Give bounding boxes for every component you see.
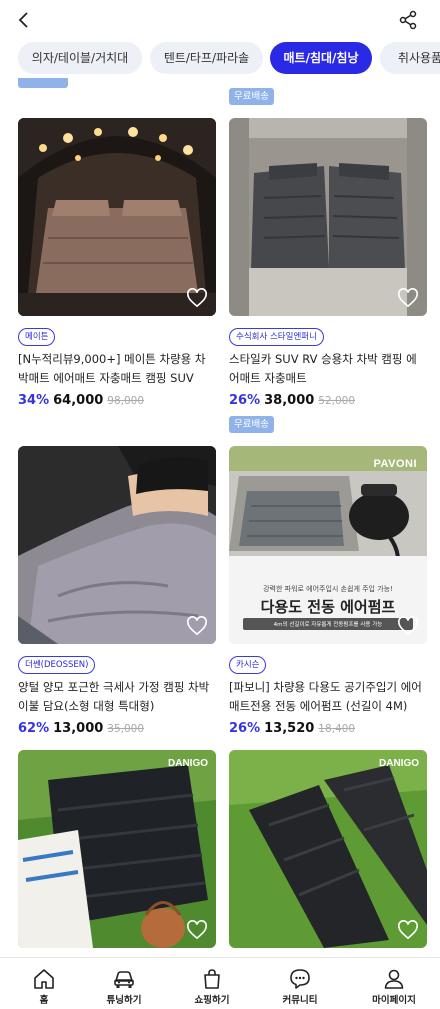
share-button[interactable] bbox=[396, 8, 420, 32]
tab-tent-tarp[interactable]: 텐트/타프/파라솔 bbox=[150, 42, 263, 74]
nav-shopping[interactable]: 쇼핑하기 bbox=[168, 958, 256, 1009]
product-image: PAVONI 강력한 파워로 에어주입시 손쉽게 주입 가능! 다용도 전동 에… bbox=[229, 446, 427, 644]
brand-tag: 더쎈(DEOSSEN) bbox=[18, 656, 96, 674]
product-title: 양털 양모 포근한 극세사 가정 캠핑 차박 이불 담요(소형 대형 특대형) bbox=[18, 680, 210, 713]
price-row: 62% 13,000 35,000 bbox=[18, 717, 144, 737]
chat-bubble-icon bbox=[290, 969, 310, 989]
pump-subtitle: 4m의 선길이로 자유롭게 전동펌프를 사용 가능 bbox=[243, 618, 413, 630]
brand-tag: 수식회사 스타일엔퍼니 bbox=[229, 328, 324, 346]
product-card[interactable]: 무료배송 수식회사 스타일엔퍼니 스타일카 SUV RV 승용차 차박 캠핑 에… bbox=[229, 88, 427, 414]
sale-price: 64,000 bbox=[53, 393, 104, 408]
nav-label-mypage: 마이페이지 bbox=[372, 995, 416, 1006]
free-shipping-badge-partial bbox=[18, 78, 68, 88]
free-shipping-badge: 무료배송 bbox=[229, 416, 274, 433]
nav-community[interactable]: 커뮤니티 bbox=[256, 958, 344, 1009]
product-title: [파보니] 차량용 다용도 공기주입기 에어매트전용 전동 에어펌프 (선길이 … bbox=[229, 680, 422, 713]
heart-icon[interactable] bbox=[397, 920, 419, 940]
original-price: 98,000 bbox=[107, 395, 145, 407]
brand-tag: 카시슨 bbox=[229, 656, 267, 674]
share-icon bbox=[399, 10, 417, 30]
product-card[interactable]: 메이튼 [N누적리뷰9,000+] 메이튼 차량용 차박매트 에어매트 자충매트… bbox=[18, 118, 216, 414]
brand-tag: 메이튼 bbox=[18, 328, 56, 346]
nav-label-home: 홈 bbox=[39, 995, 49, 1006]
home-icon bbox=[34, 969, 54, 989]
free-shipping-badge: 무료배송 bbox=[229, 88, 274, 105]
sale-price: 13,520 bbox=[264, 721, 315, 736]
nav-label-community: 커뮤니티 bbox=[282, 995, 318, 1006]
danigo-logo: DANIGO bbox=[379, 758, 419, 769]
product-image bbox=[18, 446, 216, 644]
heart-icon[interactable] bbox=[186, 616, 208, 636]
discount-rate: 26% bbox=[229, 721, 261, 736]
pavoni-logo: PAVONI bbox=[373, 458, 417, 470]
sale-price: 38,000 bbox=[264, 393, 315, 408]
back-button[interactable] bbox=[12, 8, 36, 32]
danigo-logo: DANIGO bbox=[168, 758, 208, 769]
nav-tuning[interactable]: 튜닝하기 bbox=[80, 958, 168, 1009]
product-card[interactable]: 무료배송 PAVONI 강력한 파워로 에어주입시 손쉽게 주입 가능! 다용도… bbox=[229, 416, 427, 742]
sale-price: 13,000 bbox=[53, 721, 104, 736]
product-image bbox=[18, 118, 216, 316]
shopping-bag-icon bbox=[204, 969, 220, 989]
heart-icon[interactable] bbox=[186, 920, 208, 940]
chevron-left-icon bbox=[18, 12, 28, 28]
tab-chair-table[interactable]: 의자/테이블/거치대 bbox=[18, 42, 142, 74]
heart-icon[interactable] bbox=[397, 288, 419, 308]
user-icon bbox=[384, 969, 404, 989]
discount-rate: 26% bbox=[229, 393, 261, 408]
nav-label-shopping: 쇼핑하기 bbox=[194, 995, 230, 1006]
car-icon bbox=[114, 971, 134, 988]
price-row: 26% 13,520 18,400 bbox=[229, 717, 355, 737]
heart-icon[interactable] bbox=[186, 288, 208, 308]
product-card[interactable]: DANIGO bbox=[18, 750, 216, 948]
product-card[interactable]: 더쎈(DEOSSEN) 양털 양모 포근한 극세사 가정 캠핑 차박 이불 담요… bbox=[18, 446, 216, 742]
discount-rate: 62% bbox=[18, 721, 50, 736]
product-image: DANIGO bbox=[18, 750, 216, 948]
category-tabs: 의자/테이블/거치대 텐트/타프/파라솔 매트/침대/침낭 취사용품 bbox=[0, 42, 440, 76]
original-price: 35,000 bbox=[107, 723, 145, 735]
original-price: 52,000 bbox=[318, 395, 356, 407]
product-card[interactable]: DANIGO bbox=[229, 750, 427, 948]
top-bar bbox=[0, 0, 440, 40]
product-title: [N누적리뷰9,000+] 메이튼 차량용 차박매트 에어매트 자충매트 캠핑 … bbox=[18, 352, 206, 385]
tab-mat-bed[interactable]: 매트/침대/침낭 bbox=[270, 42, 372, 74]
pump-title: 다용도 전동 에어펌프 bbox=[260, 598, 396, 616]
original-price: 18,400 bbox=[318, 723, 356, 735]
discount-rate: 34% bbox=[18, 393, 50, 408]
heart-icon[interactable] bbox=[397, 616, 419, 636]
product-image: DANIGO bbox=[229, 750, 427, 948]
nav-label-tuning: 튜닝하기 bbox=[106, 995, 142, 1006]
product-image bbox=[229, 118, 427, 316]
nav-home[interactable]: 홈 bbox=[0, 958, 88, 1009]
pump-caption: 강력한 파워로 에어주입시 손쉽게 주입 가능! bbox=[263, 585, 393, 593]
bottom-navigation: 홈 튜닝하기 쇼핑하기 커뮤니티 마이페이지 bbox=[0, 957, 440, 1009]
product-title: 스타일카 SUV RV 승용차 차박 캠핑 에어매트 자충매트 bbox=[229, 352, 417, 385]
price-row: 26% 38,000 52,000 bbox=[229, 389, 355, 409]
price-row: 34% 64,000 98,000 bbox=[18, 389, 144, 409]
nav-mypage[interactable]: 마이페이지 bbox=[350, 958, 438, 1009]
tab-cooking[interactable]: 취사용품 bbox=[380, 42, 440, 74]
